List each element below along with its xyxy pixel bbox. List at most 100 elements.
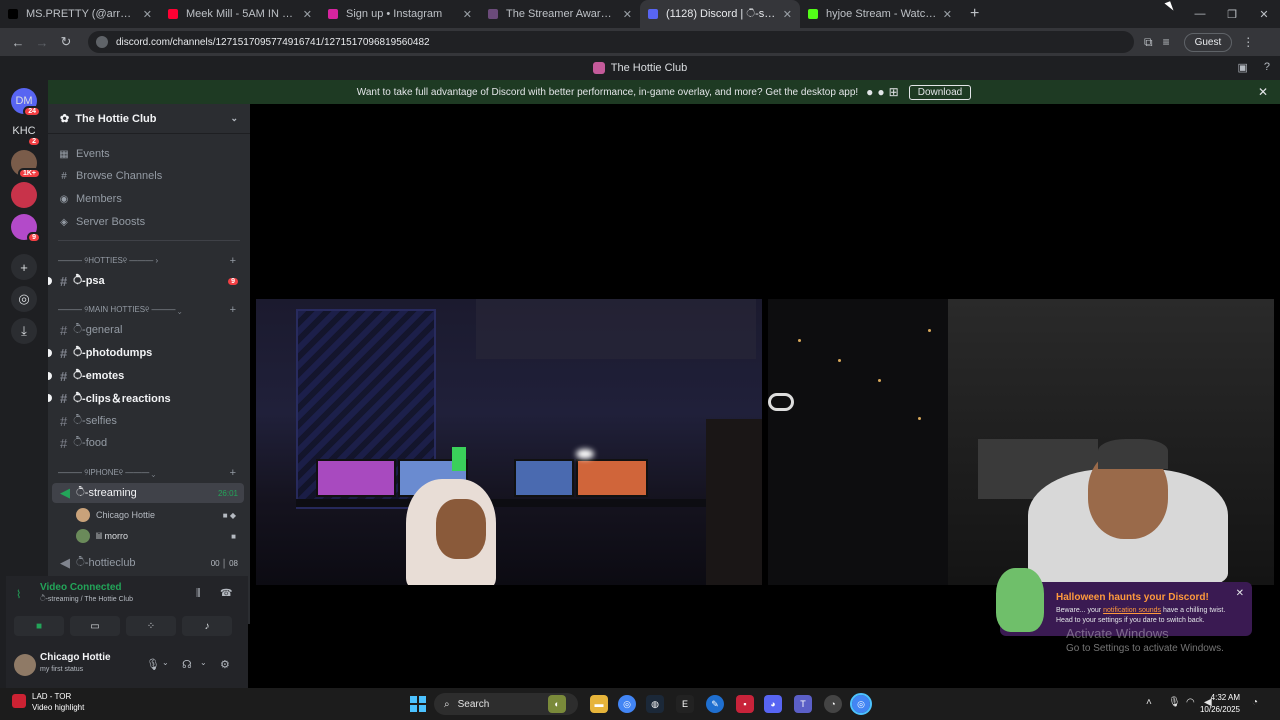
help-icon[interactable]: ? — [1264, 61, 1270, 74]
close-tab-icon[interactable]: ✕ — [943, 8, 952, 21]
nav-members[interactable]: ◉ Members — [58, 189, 122, 209]
chevron-up-icon[interactable]: ˄ — [1146, 697, 1152, 708]
headphones-icon[interactable]: ☊ — [182, 658, 192, 671]
microphone-icon[interactable]: 🎙 — [146, 658, 160, 671]
nav-browse-channels[interactable]: # Browse Channels — [58, 166, 162, 186]
download-button[interactable]: Download — [908, 84, 972, 100]
close-tab-icon[interactable]: ✕ — [303, 8, 312, 21]
hash-icon: # — [60, 345, 68, 361]
download-apps-icon[interactable]: ⤓ — [11, 318, 37, 344]
browser-tab[interactable]: hyjoe Stream - Watch Live on Kick ✕ — [800, 0, 960, 28]
screen-share-button[interactable]: ▭ — [70, 616, 120, 636]
soundboard-button[interactable]: ♪ — [182, 616, 232, 636]
wifi-icon[interactable]: ◠ — [1186, 697, 1195, 708]
back-icon[interactable]: ← — [6, 35, 30, 50]
browser-tab[interactable]: (1128) Discord | ੈ-streaming ✕ — [640, 0, 800, 28]
server-icon[interactable]: 9 — [11, 214, 41, 243]
notification-sounds-link[interactable]: notification sounds — [1103, 607, 1161, 614]
app-icon[interactable]: ▪ — [736, 695, 754, 713]
inbox-icon[interactable]: ▣ — [1237, 61, 1247, 74]
profile-button[interactable]: Guest — [1183, 32, 1233, 52]
add-channel-icon[interactable]: + — [230, 255, 236, 267]
add-channel-icon[interactable]: + — [230, 467, 236, 479]
channel-selfies[interactable]: #ੈ-selfies — [52, 411, 244, 431]
user-name[interactable]: Chicago Hottie — [40, 652, 111, 663]
chevron-down-icon[interactable]: ⌄ — [200, 658, 207, 667]
forward-icon[interactable]: → — [30, 35, 54, 50]
category-main-hotties[interactable]: ——— ୨MAIN HOTTIES୧ ——— ⌄ + — [58, 303, 240, 317]
voice-status[interactable]: Video Connected — [40, 582, 122, 593]
browser-tab[interactable]: Sign up • Instagram ✕ — [320, 0, 480, 28]
voice-location[interactable]: ੈ-streaming / The Hottie Club — [40, 596, 133, 604]
epic-games-icon[interactable]: E — [676, 695, 694, 713]
browser-tab[interactable]: MS.PRETTY (@arrogantdoll) | TikTok ✕ — [0, 0, 160, 28]
camera-button[interactable]: ■ — [14, 616, 64, 636]
tab-title: Sign up • Instagram — [346, 8, 443, 20]
steam-icon[interactable]: ◍ — [646, 695, 664, 713]
close-window-icon[interactable]: ✕ — [1248, 0, 1280, 28]
voice-user[interactable]: Chicago Hottie ■ ◆ — [76, 506, 238, 524]
site-info-icon[interactable] — [96, 36, 108, 48]
chrome-active-icon[interactable]: ◎ — [850, 693, 872, 715]
menu-dots-icon[interactable]: ⋮ — [1242, 35, 1254, 49]
channel-food[interactable]: #ੈ-food — [52, 433, 244, 453]
channel-photodumps[interactable]: #ੈ-photodumps — [48, 343, 244, 363]
maximize-icon[interactable]: ❐ — [1216, 0, 1248, 28]
app-icon[interactable]: ✎ — [706, 695, 724, 713]
video-tile[interactable] — [256, 299, 762, 585]
close-tab-icon[interactable]: ✕ — [143, 8, 152, 21]
server-icon[interactable]: 1K+ — [11, 150, 41, 179]
close-toast-icon[interactable]: ✕ — [1236, 588, 1244, 599]
voice-channel-hottieclub[interactable]: ◀ੈ-hottieclub 00 │ 08 — [52, 553, 244, 573]
minimize-icon[interactable]: — — [1184, 0, 1216, 28]
chrome-icon[interactable]: ◎ — [618, 695, 636, 713]
server-icon[interactable]: KHC 2 — [11, 118, 41, 147]
channel-emotes[interactable]: #ੈ-emotes — [48, 366, 244, 386]
disconnect-icon[interactable]: ☎ — [220, 588, 232, 599]
chevron-down-icon[interactable]: ⌄ — [162, 658, 169, 667]
add-channel-icon[interactable]: + — [230, 304, 236, 316]
category-label: ——— ୨HOTTIES୧ ——— › — [58, 256, 159, 265]
category-hotties[interactable]: ——— ୨HOTTIES୧ ——— › + — [58, 254, 240, 268]
channel-general[interactable]: #ੈ-general — [52, 320, 244, 340]
microphone-icon[interactable]: 🎙 — [1168, 697, 1181, 708]
obs-icon[interactable]: ◔ — [824, 695, 842, 713]
noise-suppression-icon[interactable]: ⫼ — [196, 588, 201, 599]
browser-tab[interactable]: The Streamer Awards - Nominate ✕ — [480, 0, 640, 28]
discover-icon[interactable]: ◎ — [11, 286, 37, 312]
file-explorer-icon[interactable]: ▬ — [590, 695, 608, 713]
notification-bell-icon[interactable]: ◔ — [1252, 697, 1258, 708]
url-input[interactable]: discord.com/channels/1271517095774916741… — [88, 31, 1134, 53]
close-tab-icon[interactable]: ✕ — [623, 8, 632, 21]
video-tile[interactable] — [768, 299, 1274, 585]
channel-clips-reactions[interactable]: #ੈ-clips＆reactions — [48, 388, 244, 408]
clock[interactable]: 4:32 AM 10/26/2025 — [1200, 692, 1240, 716]
reload-icon[interactable]: ↻ — [54, 34, 78, 50]
signal-icon[interactable]: ⌇ — [16, 588, 21, 601]
activities-button[interactable]: ⁘ — [126, 616, 176, 636]
server-icon[interactable] — [11, 182, 37, 208]
new-tab-button[interactable]: + — [960, 5, 989, 23]
server-header[interactable]: ✿ The Hottie Club ⌄ — [48, 104, 250, 134]
tab-title: (1128) Discord | ੈ-streaming — [666, 7, 777, 20]
browser-tab[interactable]: Meek Mill - 5AM IN PHILLY (Official ✕ — [160, 0, 320, 28]
voice-channel-streaming[interactable]: ◀ੈ-streaming 26:01 — [52, 483, 244, 503]
install-app-icon[interactable]: ⧉ — [1144, 35, 1153, 50]
close-tab-icon[interactable]: ✕ — [463, 8, 472, 21]
media-icon[interactable]: ≡ — [1163, 35, 1170, 49]
nav-events[interactable]: ▦ Events — [58, 144, 109, 164]
nav-server-boosts[interactable]: ◈ Server Boosts — [58, 212, 145, 232]
direct-messages-button[interactable]: DM 24 — [11, 88, 41, 117]
settings-gear-icon[interactable]: ⚙ — [220, 658, 230, 671]
voice-user[interactable]: lil morro ■ — [76, 527, 238, 545]
channel-psa[interactable]: #ੈ-psa 9 — [48, 271, 244, 291]
start-button[interactable] — [410, 696, 426, 712]
add-server-icon[interactable]: + — [11, 254, 37, 280]
discord-icon[interactable]: ◕ — [764, 695, 782, 713]
teams-icon[interactable]: T — [794, 695, 812, 713]
widgets-icon[interactable]: ◐ — [548, 695, 566, 713]
close-tab-icon[interactable]: ✕ — [783, 8, 792, 21]
category-iphone[interactable]: ——— ୨IPHONE୧ ——— ⌄ + — [58, 466, 240, 480]
close-banner-icon[interactable]: ✕ — [1258, 85, 1268, 99]
avatar[interactable] — [14, 654, 36, 676]
